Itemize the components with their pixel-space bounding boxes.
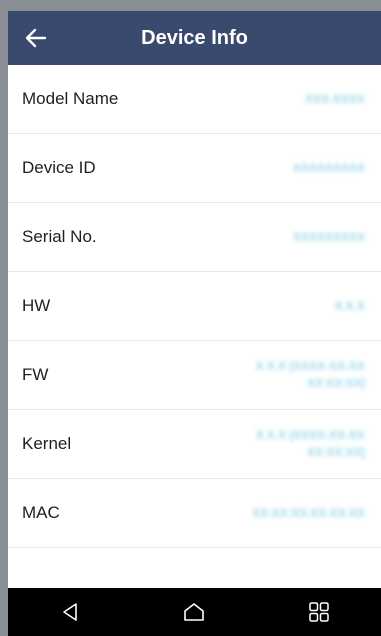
info-list: Model Name XXX-XXXX Device ID XXXXXXXXX …	[8, 65, 381, 548]
info-row-mac: MAC XX:XX:XX:XX:XX:XX	[8, 479, 381, 548]
back-button[interactable]	[18, 20, 54, 56]
nav-recents-button[interactable]	[257, 588, 381, 636]
row-label: Serial No.	[22, 227, 97, 246]
row-label: MAC	[22, 503, 60, 522]
device-info-screen: Device Info Model Name XXX-XXXX Device I…	[8, 11, 381, 636]
nav-back-button[interactable]	[8, 588, 132, 636]
row-value: X.X.X [XXXX-XX-XX XX:XX:XX]	[255, 359, 365, 390]
row-value: XX:XX:XX:XX:XX:XX	[252, 505, 365, 520]
row-label: FW	[22, 365, 49, 384]
row-value: XXXXXXXXX	[292, 229, 365, 244]
row-value: X.X.X	[334, 298, 365, 313]
row-label: Model Name	[22, 89, 119, 108]
info-row-hw: HW X.X.X	[8, 272, 381, 341]
nav-back-triangle-icon	[63, 603, 77, 621]
row-label: HW	[22, 296, 51, 315]
arrow-left-icon	[25, 28, 47, 48]
row-value: XXXXXXXXX	[292, 160, 365, 175]
info-row-model-name: Model Name XXX-XXXX	[8, 65, 381, 134]
info-row-device-id: Device ID XXXXXXXXX	[8, 134, 381, 203]
info-row-fw: FW X.X.X [XXXX-XX-XX XX:XX:XX]	[8, 341, 381, 410]
nav-home-icon	[184, 603, 205, 621]
header-bar: Device Info	[8, 11, 381, 65]
page-title: Device Info	[141, 27, 248, 49]
row-label: Device ID	[22, 158, 96, 177]
system-nav-bar	[8, 588, 381, 636]
nav-recents-grid-icon	[309, 602, 329, 622]
row-value: XXX-XXXX	[304, 91, 365, 106]
row-value: X.X.X [XXXX-XX-XX XX:XX:XX]	[255, 428, 365, 459]
info-row-kernel: Kernel X.X.X [XXXX-XX-XX XX:XX:XX]	[8, 410, 381, 479]
info-row-serial-no: Serial No. XXXXXXXXX	[8, 203, 381, 272]
row-label: Kernel	[22, 434, 72, 453]
nav-home-button[interactable]	[132, 588, 256, 636]
